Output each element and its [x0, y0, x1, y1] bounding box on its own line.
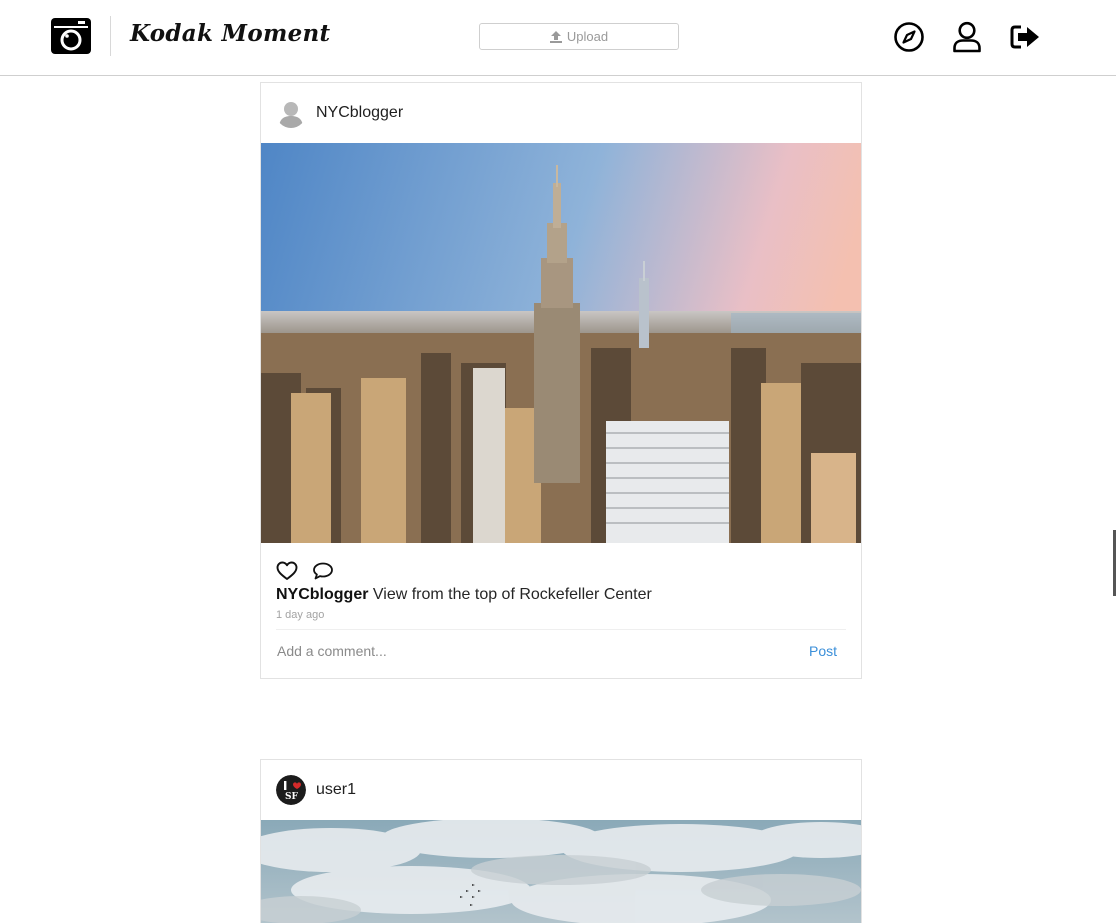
post-photo[interactable] — [261, 143, 861, 543]
explore-button[interactable] — [892, 20, 926, 54]
post-header: SF user1 — [261, 760, 861, 820]
heart-icon — [276, 561, 298, 580]
upload-label: Upload — [566, 29, 609, 44]
caption-text: View from the top of Rockefeller Center — [368, 586, 652, 603]
feed-post: NYCblogger NYCblogger View from the top … — [260, 82, 862, 679]
profile-button[interactable] — [950, 20, 984, 54]
user-icon — [953, 21, 981, 53]
avatar[interactable] — [276, 98, 306, 128]
avatar[interactable]: SF — [276, 775, 306, 805]
speech-bubble-icon — [313, 562, 333, 580]
post-timestamp: 1 day ago — [276, 609, 325, 621]
compass-icon — [894, 22, 924, 52]
sign-out-icon — [1010, 25, 1039, 49]
logout-button[interactable] — [1008, 20, 1042, 54]
post-comment-button[interactable]: Post — [809, 643, 837, 659]
caption-username[interactable]: NYCblogger — [276, 586, 368, 603]
brand-name[interactable]: Kodak Moment — [130, 20, 330, 47]
post-photo[interactable] — [261, 820, 861, 923]
upload-icon — [549, 30, 562, 43]
post-actions — [261, 543, 861, 587]
logo-divider — [110, 16, 111, 56]
upload-button[interactable]: Upload — [479, 23, 679, 50]
post-header: NYCblogger — [261, 83, 861, 143]
feed-post: SF user1 — [260, 759, 862, 923]
post-username[interactable]: NYCblogger — [316, 104, 403, 122]
comment-form: Post — [276, 629, 846, 671]
post-username[interactable]: user1 — [316, 781, 356, 799]
comment-input[interactable] — [276, 642, 736, 659]
svg-text:SF: SF — [285, 792, 298, 802]
camera-logo-icon[interactable] — [50, 17, 92, 55]
comment-button[interactable] — [312, 560, 334, 582]
like-button[interactable] — [276, 560, 298, 582]
top-navigation-bar: Kodak Moment Upload — [0, 0, 1116, 76]
post-caption: NYCblogger View from the top of Rockefel… — [261, 585, 861, 605]
